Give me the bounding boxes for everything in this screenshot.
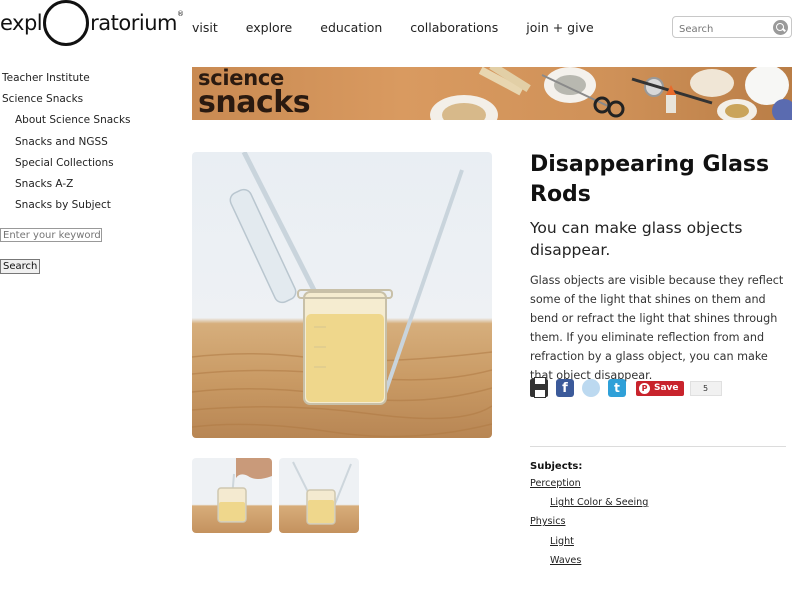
search-icon[interactable] bbox=[773, 20, 788, 35]
thumbnail-1-illustration bbox=[217, 458, 272, 523]
pinterest-icon: P bbox=[639, 382, 650, 394]
subject-perception[interactable]: Perception bbox=[530, 474, 790, 493]
sidebar-nav: Teacher Institute Science Snacks About S… bbox=[0, 68, 185, 216]
subject-waves[interactable]: Waves bbox=[530, 551, 790, 570]
sidebar-item-teacher-institute[interactable]: Teacher Institute bbox=[0, 68, 185, 89]
share-bar: f t P Save 5 bbox=[530, 377, 722, 398]
thumbnail-beaker-rods[interactable] bbox=[279, 458, 359, 533]
page-subtitle: You can make glass objects disappear. bbox=[530, 219, 743, 259]
section-divider bbox=[530, 446, 786, 447]
subjects-heading: Subjects: bbox=[530, 461, 583, 472]
nav-join-give[interactable]: join + give bbox=[526, 20, 593, 35]
facebook-icon[interactable]: f bbox=[556, 379, 574, 397]
header-search-input[interactable] bbox=[673, 19, 769, 40]
sidebar-item-science-snacks[interactable]: Science Snacks bbox=[0, 89, 185, 110]
sidebar-item-about-science-snacks[interactable]: About Science Snacks bbox=[0, 110, 185, 131]
pin-count: 5 bbox=[689, 380, 722, 396]
logo-text-end: ratorium bbox=[90, 11, 177, 35]
sidebar-item-snacks-and-ngss[interactable]: Snacks and NGSS bbox=[0, 132, 185, 153]
twitter-icon[interactable]: t bbox=[608, 379, 626, 397]
pinterest-save-label: Save bbox=[654, 383, 679, 393]
keyword-search-input[interactable] bbox=[0, 228, 102, 242]
intro-paragraph: Glass objects are visible because they r… bbox=[530, 274, 784, 382]
subjects-list: Subjects: Perception Light Color & Seein… bbox=[530, 460, 790, 570]
beaker-illustration bbox=[192, 152, 492, 438]
nav-education[interactable]: education bbox=[320, 20, 382, 35]
banner-wordmark: science snacks bbox=[198, 68, 311, 120]
logo-text-start: expl bbox=[0, 11, 43, 35]
print-icon[interactable] bbox=[530, 377, 548, 398]
header-search bbox=[672, 16, 792, 40]
nav-visit[interactable]: visit bbox=[192, 20, 218, 35]
page-title: Disappearing Glass Rods bbox=[530, 152, 770, 207]
sidebar-item-special-collections[interactable]: Special Collections bbox=[0, 153, 185, 174]
subject-light-color-seeing[interactable]: Light Color & Seeing bbox=[530, 493, 790, 512]
reddit-icon[interactable] bbox=[582, 379, 600, 397]
main-nav: visit explore education collaborations j… bbox=[192, 20, 622, 35]
thumbnail-hand-beaker[interactable] bbox=[192, 458, 272, 533]
pinterest-save-button[interactable]: P Save bbox=[636, 380, 684, 396]
banner-line-2: snacks bbox=[198, 84, 311, 120]
keyword-search-button[interactable]: Search bbox=[0, 259, 41, 274]
sidebar-item-snacks-a-z[interactable]: Snacks A-Z bbox=[0, 174, 185, 195]
sidebar-item-snacks-by-subject[interactable]: Snacks by Subject bbox=[0, 195, 185, 216]
subject-physics[interactable]: Physics bbox=[530, 512, 790, 531]
thumbnail-2-illustration bbox=[292, 461, 352, 525]
nav-collaborations[interactable]: collaborations bbox=[410, 20, 498, 35]
nav-explore[interactable]: explore bbox=[246, 20, 292, 35]
main-photo-beaker-glass-rods[interactable] bbox=[192, 152, 492, 438]
exploratorium-logo[interactable]: expl ratorium ® bbox=[0, 0, 184, 46]
logo-ring-icon bbox=[43, 0, 90, 46]
subject-light[interactable]: Light bbox=[530, 532, 790, 551]
logo-registered-mark: ® bbox=[176, 10, 184, 18]
science-snacks-banner[interactable]: science snacks bbox=[192, 67, 792, 120]
